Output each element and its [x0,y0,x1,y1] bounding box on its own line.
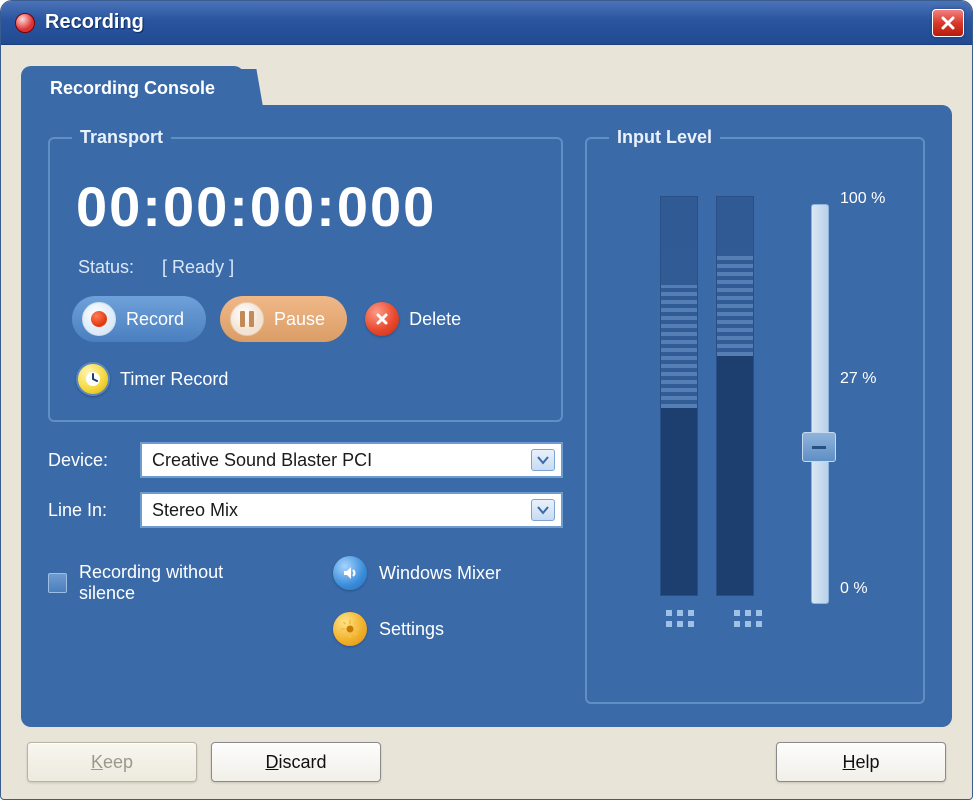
meter-left-fill [661,408,697,595]
titlebar[interactable]: Recording [1,1,972,45]
footer: Keep Discard Help [21,727,952,787]
level-slider[interactable]: 100 % 27 % 0 % [790,194,850,614]
record-button[interactable]: Record [72,296,206,342]
linein-combo[interactable]: Stereo Mix [140,492,563,528]
device-rows: Device: Creative Sound Blaster PCI Line … [48,442,563,528]
delete-label: Delete [409,309,461,330]
transport-buttons: Record Pause Delete [72,296,539,342]
chevron-down-icon [531,499,555,521]
input-level-legend: Input Level [609,127,720,148]
meter-left-ghost [661,285,697,408]
gear-icon [333,612,367,646]
pause-icon [230,302,264,336]
keep-button[interactable]: Keep [27,742,197,782]
help-button[interactable]: Help [776,742,946,782]
slider-thumb[interactable] [802,432,836,462]
timer-record-label: Timer Record [120,369,228,390]
settings-link[interactable]: Settings [333,612,563,646]
lower-links: Recording without silence Windows Mixer [48,548,563,646]
settings-label: Settings [379,619,444,640]
right-column: Input Level [585,127,925,704]
tab-strip: Recording Console [21,67,244,107]
transport-legend: Transport [72,127,171,148]
meter-left [660,196,698,596]
dots-left-icon [666,610,694,627]
content-area: Recording Console Transport 00:00:00:000… [1,45,972,799]
linein-row: Line In: Stereo Mix [48,492,563,528]
scale-min: 0 % [840,580,868,598]
device-row: Device: Creative Sound Blaster PCI [48,442,563,478]
scale-labels: 100 % 27 % 0 % [840,194,910,594]
rec-no-silence-label: Recording without silence [79,562,273,604]
close-icon [940,15,956,31]
scale-max: 100 % [840,190,885,208]
input-level-group: Input Level [585,127,925,704]
device-label: Device: [48,450,128,471]
app-record-icon [15,13,35,33]
meter-right-ghost [717,253,753,356]
device-combo[interactable]: Creative Sound Blaster PCI [140,442,563,478]
linein-value: Stereo Mix [152,500,238,521]
pause-button[interactable]: Pause [220,296,347,342]
main-panel: Recording Console Transport 00:00:00:000… [21,105,952,727]
recording-window: Recording Recording Console Transport 00… [0,0,973,800]
tab-recording-console[interactable]: Recording Console [21,66,244,107]
speaker-icon [333,556,367,590]
checkbox-icon [48,573,67,593]
record-label: Record [126,309,184,330]
device-value: Creative Sound Blaster PCI [152,450,372,471]
slider-track [811,204,829,604]
windows-mixer-link[interactable]: Windows Mixer [333,556,563,590]
window-title: Recording [45,11,932,34]
status-label: Status: [78,257,134,278]
meters-col [660,190,762,627]
scale-current: 27 % [840,370,876,388]
left-column: Transport 00:00:00:000 Status: [ Ready ]… [48,127,563,704]
pause-label: Pause [274,309,325,330]
meter-right-fill [717,356,753,595]
timer-record-button[interactable]: Timer Record [72,358,232,400]
discard-button[interactable]: Discard [211,742,381,782]
meter-right [716,196,754,596]
delete-icon [365,302,399,336]
chevron-down-icon [531,449,555,471]
windows-mixer-label: Windows Mixer [379,563,501,584]
status-value: [ Ready ] [162,257,234,278]
record-icon [82,302,116,336]
rec-no-silence-check[interactable]: Recording without silence [48,562,273,604]
dots-right-icon [734,610,762,627]
timer-icon [76,362,110,396]
time-display: 00:00:00:000 [76,174,539,239]
delete-button[interactable]: Delete [361,298,465,340]
status-row: Status: [ Ready ] [78,257,539,278]
transport-group: Transport 00:00:00:000 Status: [ Ready ]… [48,127,563,422]
close-button[interactable] [932,9,964,37]
linein-label: Line In: [48,500,128,521]
meter-footer-dots [666,610,762,627]
level-wrap: 100 % 27 % 0 % [609,170,901,682]
